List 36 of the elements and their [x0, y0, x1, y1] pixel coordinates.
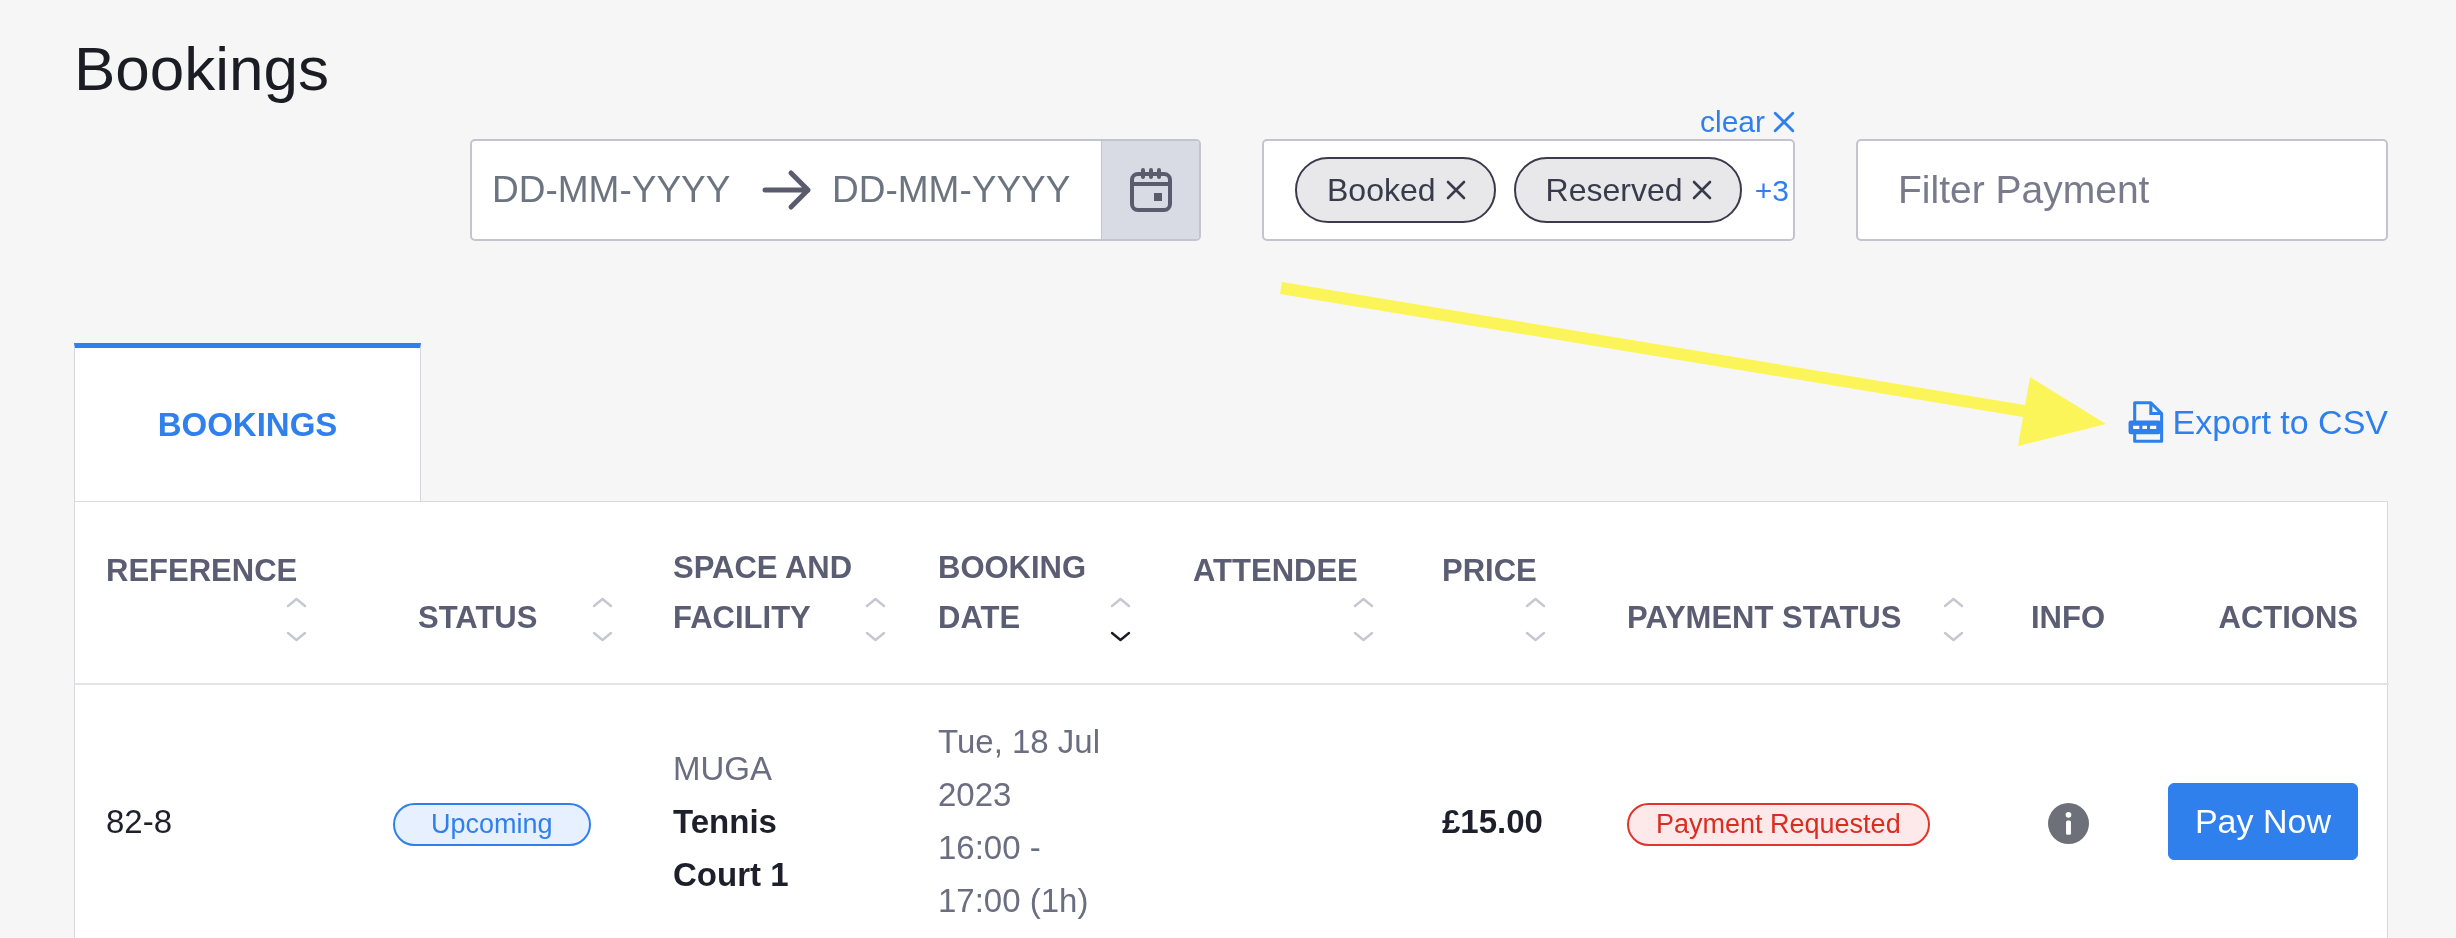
page-title: Bookings: [74, 34, 330, 104]
column-header[interactable]: ATTENDEE: [1193, 546, 1376, 596]
info-icon[interactable]: [2047, 803, 2089, 845]
pay-now-button[interactable]: Pay Now: [2167, 782, 2358, 860]
column-header: ACTIONS: [2217, 599, 2358, 637]
column-header[interactable]: PAYMENT STATUS: [1627, 593, 1941, 643]
start-date-field[interactable]: DD-MM-YYYY: [472, 141, 760, 239]
space-name: MUGA: [673, 748, 773, 789]
column-header[interactable]: BOOKING DATE: [938, 543, 1108, 643]
sort-icon[interactable]: [1108, 596, 1133, 643]
end-date-field[interactable]: DD-MM-YYYY: [828, 141, 1101, 239]
column-header[interactable]: SPACE AND FACILITY: [673, 543, 863, 643]
payment-filter-field[interactable]: Filter Payment: [1856, 139, 2388, 241]
arrow-right-icon: [762, 169, 812, 211]
column-header[interactable]: REFERENCE: [106, 546, 309, 596]
column-header[interactable]: STATUS: [418, 593, 590, 643]
booking-price: £15.00: [1442, 802, 1543, 840]
close-icon[interactable]: [1692, 180, 1713, 200]
facility-name: Tennis Court 1: [673, 801, 790, 895]
booking-reference: 82-8: [106, 802, 173, 840]
clear-link[interactable]: clear: [1699, 104, 1795, 139]
status-filter-field[interactable]: Booked Reserved +3: [1262, 139, 1795, 241]
filter-chip[interactable]: Reserved: [1513, 157, 1743, 223]
date-range-field[interactable]: DD-MM-YYYY DD-MM-YYYY: [470, 139, 1201, 241]
more-count-label[interactable]: +3: [1754, 173, 1789, 209]
booking-date: Tue, 18 Jul 2023: [938, 722, 1102, 815]
column-header[interactable]: PRICE: [1442, 546, 1548, 596]
filter-chip[interactable]: Booked: [1295, 157, 1496, 223]
payment-status-badge: Payment Requested: [1627, 802, 1930, 846]
tab[interactable]: BOOKINGS: [74, 343, 421, 501]
export-link[interactable]: Export to CSV: [2126, 396, 2388, 448]
calendar-button[interactable]: [1101, 141, 1199, 239]
booking-time: 16:00 - 17:00 (1h): [938, 828, 1090, 921]
close-icon[interactable]: [1445, 180, 1466, 200]
status-badge: Upcoming: [393, 802, 591, 846]
column-header: INFO: [2029, 599, 2107, 637]
